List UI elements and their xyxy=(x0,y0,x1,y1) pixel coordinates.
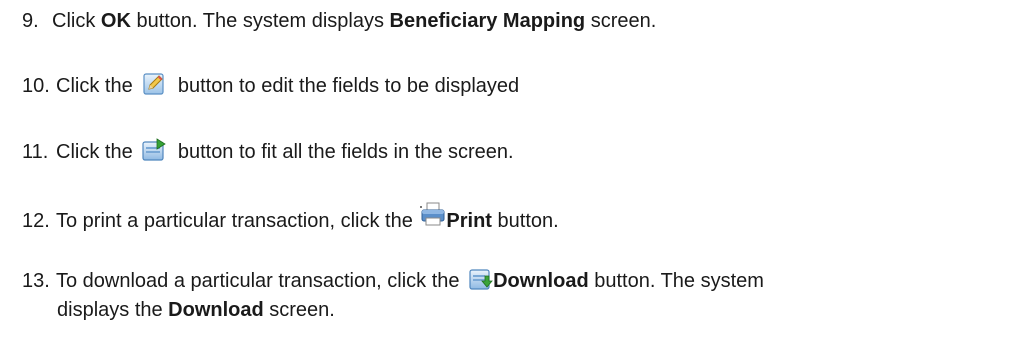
download-icon xyxy=(469,267,493,299)
step-11: 11. Click the button to fit all the field… xyxy=(22,138,514,170)
step-13-continuation: displays the Download screen. xyxy=(57,296,335,324)
step-text: Click the xyxy=(56,75,133,97)
step-number: 13. xyxy=(22,270,50,292)
step-text: displays the xyxy=(57,299,169,321)
step-text: button. The system displays xyxy=(130,10,390,32)
step-number: 12. xyxy=(22,210,50,232)
step-text: button to edit the fields to be displaye… xyxy=(177,75,520,97)
step-text: button to fit all the fields in the scre… xyxy=(177,141,514,163)
step-text: Click the xyxy=(56,141,133,163)
step-text: Click xyxy=(52,10,101,32)
step-number: 11. xyxy=(22,141,49,163)
step-9: 9. Click OK button. The system displays B… xyxy=(22,7,656,35)
download-label: Download xyxy=(493,270,589,292)
fit-screen-icon xyxy=(142,138,167,170)
step-number: 10. xyxy=(22,75,50,97)
ok-label: OK xyxy=(100,10,131,32)
step-text: screen. xyxy=(263,299,335,321)
step-12: 12. To print a particular transaction, cl… xyxy=(22,202,559,236)
step-text: button. xyxy=(491,210,559,232)
print-label: Print xyxy=(446,210,492,232)
step-text: button. The system xyxy=(588,270,764,292)
step-10: 10. Click the button to edit the fields t… xyxy=(22,72,519,104)
printer-icon xyxy=(420,202,446,236)
screen-name: Beneficiary Mapping xyxy=(389,10,586,32)
document-page: 9. Click OK button. The system displays B… xyxy=(0,0,1015,350)
step-13: 13. To download a particular transaction,… xyxy=(22,267,764,299)
step-text: To download a particular transaction, cl… xyxy=(56,270,466,292)
step-text: screen. xyxy=(585,10,657,32)
step-number: 9. xyxy=(22,10,39,32)
download-screen-label: Download xyxy=(168,299,264,321)
step-text: To print a particular transaction, click… xyxy=(56,210,419,232)
edit-icon xyxy=(142,72,166,104)
